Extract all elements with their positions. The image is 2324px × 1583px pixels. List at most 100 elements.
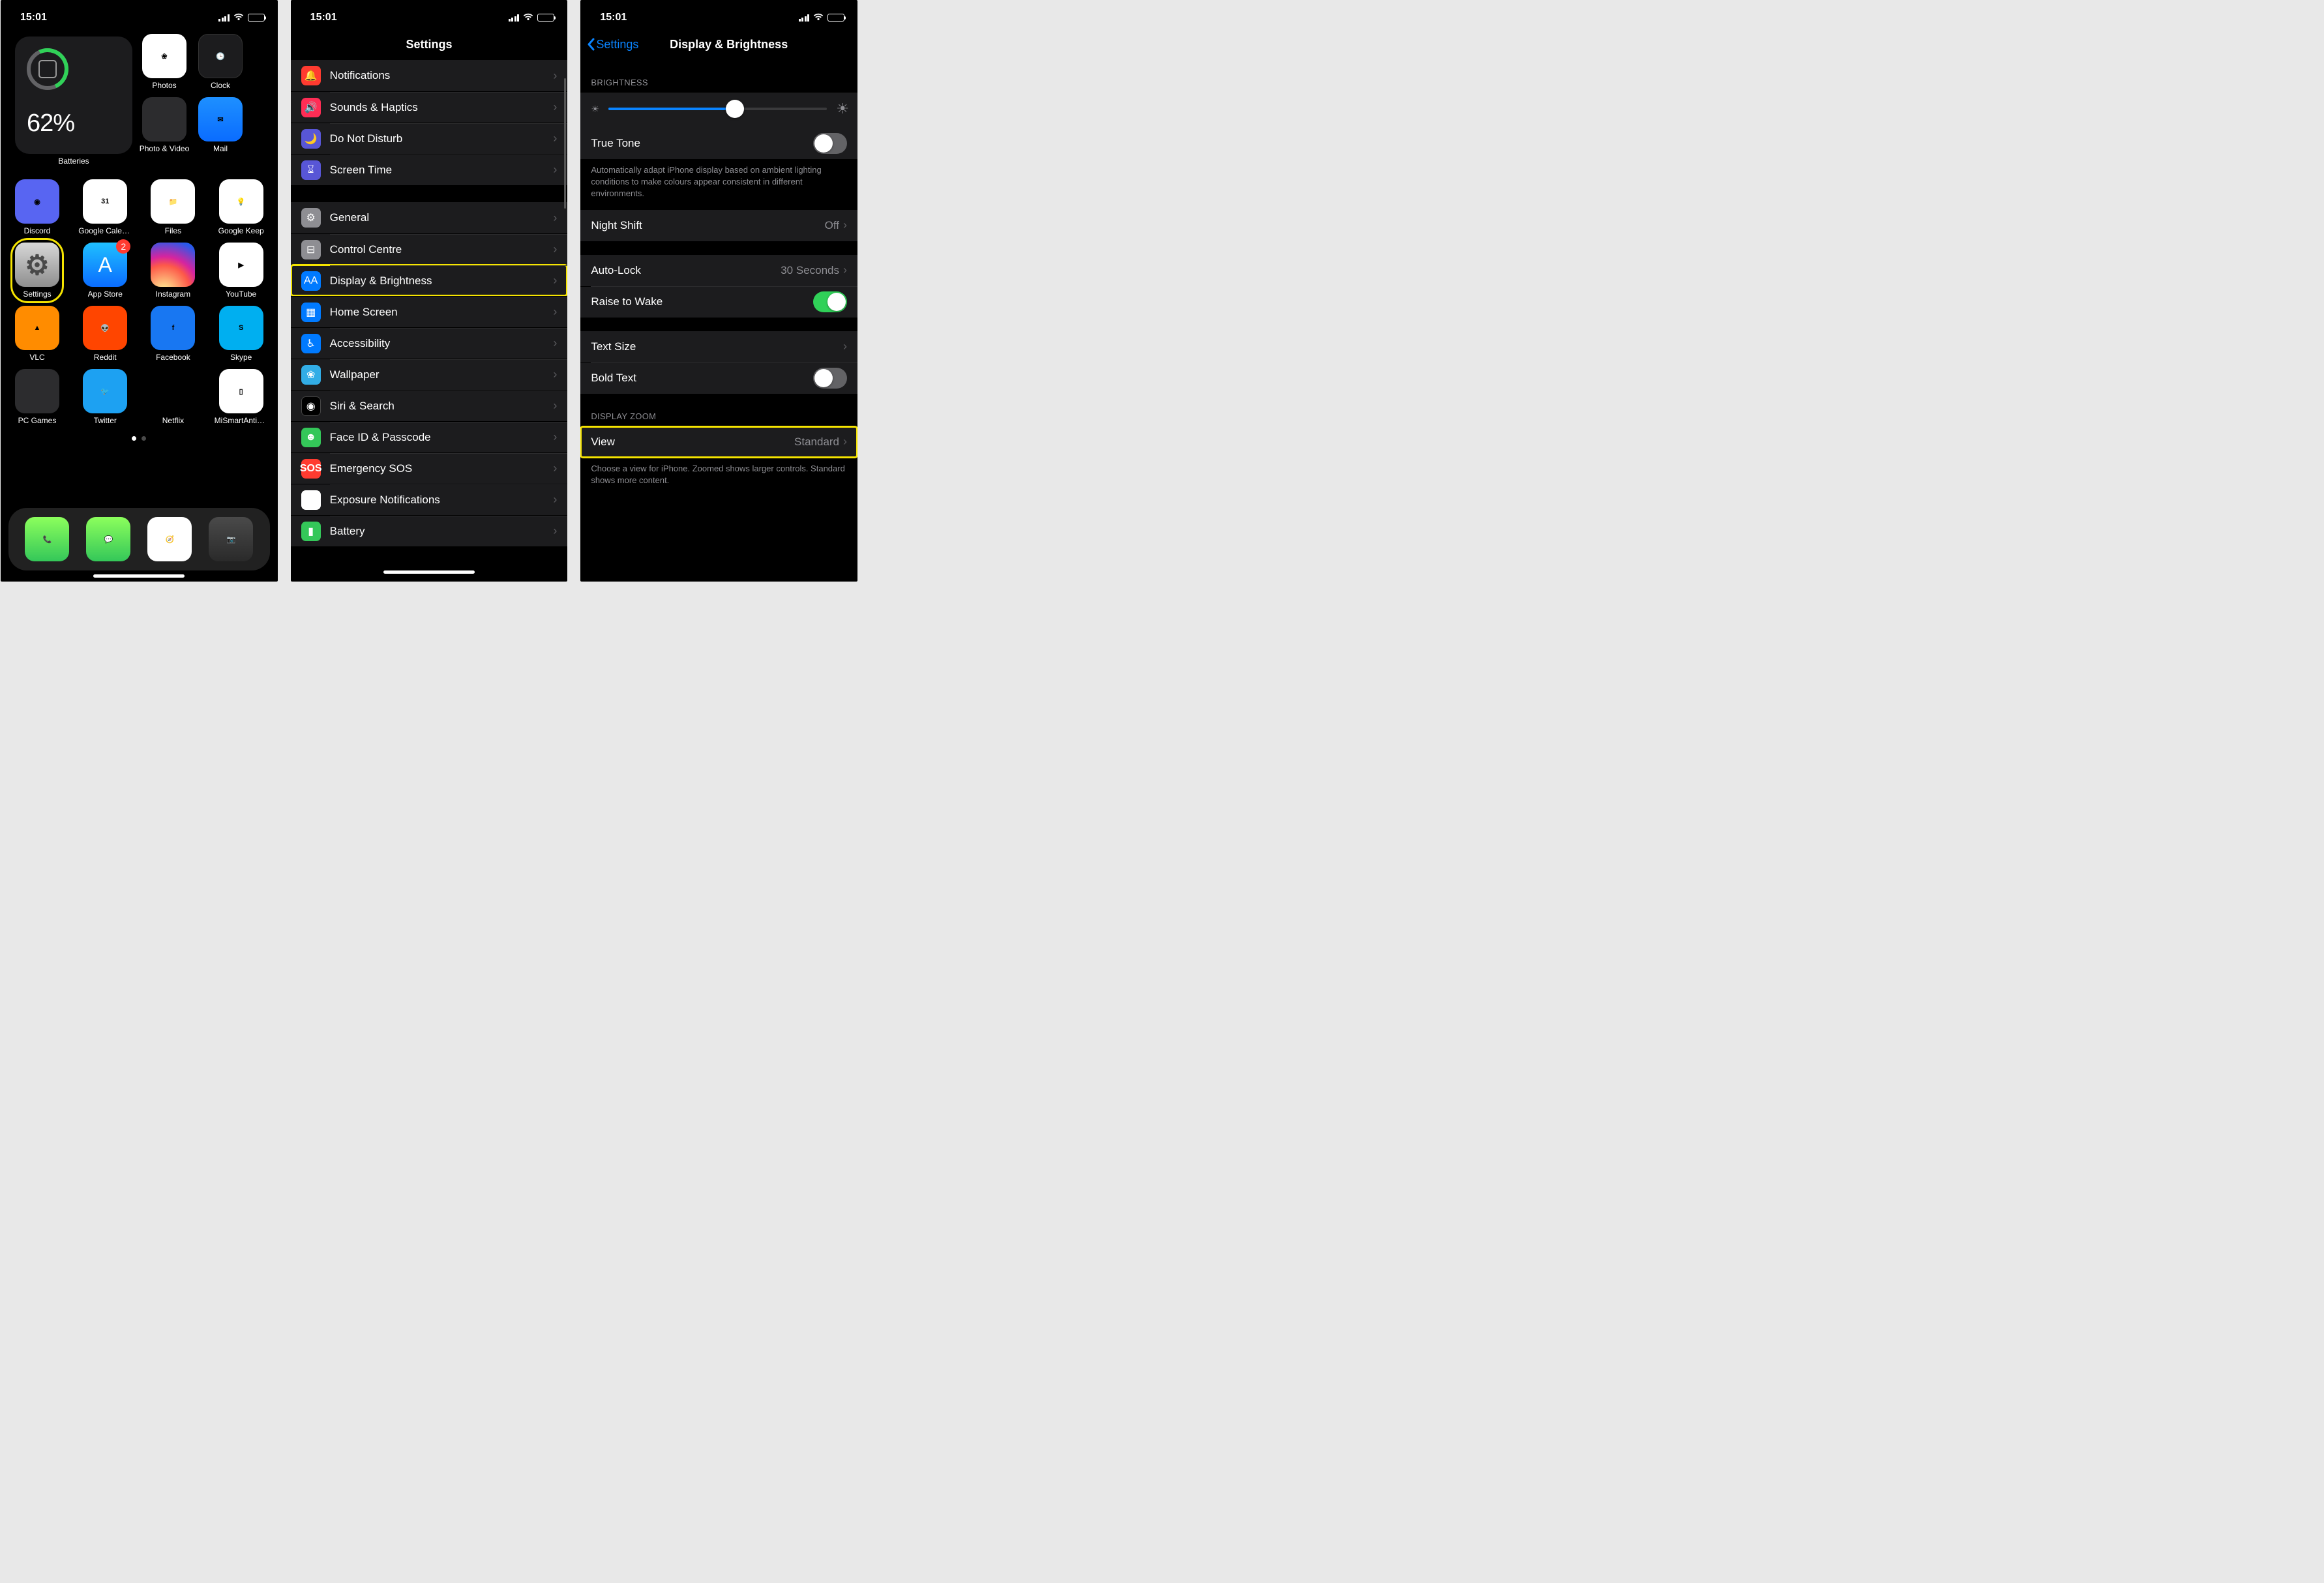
- row-label: Do Not Disturb: [330, 132, 554, 145]
- app-label: Files: [165, 226, 181, 235]
- settings-row-accessibility[interactable]: ♿︎Accessibility›: [291, 327, 568, 359]
- row-label: General: [330, 211, 554, 224]
- app-mismartantiba-[interactable]: ▯MiSmartAntiba...: [219, 369, 263, 425]
- app-google-keep[interactable]: 💡Google Keep: [219, 179, 263, 235]
- discord-icon: ◉: [15, 179, 59, 224]
- app-label: Twitter: [94, 416, 117, 425]
- home-screen: 15:01 62% Batteries ❀Photos🕒ClockPhoto &…: [1, 0, 278, 582]
- settings-row-display-brightness[interactable]: AADisplay & Brightness›: [291, 265, 568, 296]
- app-app-store[interactable]: 2App Store: [83, 243, 127, 299]
- folder-icon: [15, 369, 59, 413]
- settings-row-exposure-notifications[interactable]: ✱Exposure Notifications›: [291, 484, 568, 515]
- app-safari[interactable]: 🧭Safari: [147, 517, 192, 561]
- wallpaper-icon: ❀: [301, 365, 321, 385]
- skype-icon: S: [219, 306, 263, 350]
- dock: 📞Phone 💬Messages 🧭Safari 📷Camera: [8, 508, 270, 570]
- settings-row-emergency-sos[interactable]: SOSEmergency SOS›: [291, 452, 568, 484]
- row-label: Siri & Search: [330, 400, 554, 413]
- chevron-right-icon: ›: [553, 430, 557, 444]
- settings-row-face-id-passcode[interactable]: ☻Face ID & Passcode›: [291, 421, 568, 452]
- app-facebook[interactable]: fFacebook: [151, 306, 195, 362]
- home-indicator[interactable]: [93, 574, 185, 578]
- app-clock[interactable]: 🕒Clock: [198, 34, 243, 90]
- chevron-right-icon: ›: [843, 435, 847, 449]
- night-shift-row[interactable]: Night Shift Off ›: [580, 210, 857, 241]
- chevron-right-icon: ›: [843, 263, 847, 277]
- twitter-icon: 🐦: [83, 369, 127, 413]
- auto-lock-row[interactable]: Auto-Lock 30 Seconds ›: [580, 255, 857, 286]
- app-reddit[interactable]: 👽Reddit: [83, 306, 127, 362]
- section-header-zoom: DISPLAY ZOOM: [580, 407, 857, 426]
- status-time: 15:01: [600, 12, 627, 23]
- settings-row-home-screen[interactable]: ▦Home Screen›: [291, 296, 568, 327]
- general-icon: ⚙︎: [301, 208, 321, 228]
- raise-to-wake-row: Raise to Wake: [580, 286, 857, 318]
- settings-row-battery[interactable]: ▮Battery›: [291, 515, 568, 546]
- app-mail[interactable]: ✉︎Mail: [198, 97, 243, 153]
- back-button[interactable]: Settings: [587, 38, 638, 52]
- bold-text-row: Bold Text: [580, 362, 857, 394]
- row-label: Exposure Notifications: [330, 494, 554, 507]
- battery-percent: 62%: [27, 110, 121, 138]
- app-camera[interactable]: 📷Camera: [209, 517, 253, 561]
- chevron-right-icon: ›: [553, 368, 557, 381]
- settings-row-wallpaper[interactable]: ❀Wallpaper›: [291, 359, 568, 390]
- scrollbar[interactable]: [564, 78, 566, 209]
- app-twitter[interactable]: 🐦 Twitter: [83, 369, 127, 425]
- chevron-right-icon: ›: [553, 399, 557, 413]
- app-photos[interactable]: ❀Photos: [142, 34, 186, 90]
- page-indicator[interactable]: [15, 436, 263, 441]
- settings-row-screen-time[interactable]: ⌛︎Screen Time›: [291, 154, 568, 185]
- settings-row-general[interactable]: ⚙︎General›: [291, 202, 568, 233]
- chevron-right-icon: ›: [553, 163, 557, 177]
- app-youtube[interactable]: ▶YouTube: [219, 243, 263, 299]
- home-indicator[interactable]: [383, 570, 475, 574]
- phone-icon: 📞: [25, 517, 69, 561]
- night-shift-label: Night Shift: [591, 219, 824, 232]
- app-files[interactable]: 📁Files: [151, 179, 195, 235]
- settings-row-control-centre[interactable]: ⊟Control Centre›: [291, 233, 568, 265]
- truetone-toggle[interactable]: [813, 133, 847, 154]
- accessibility-icon: ♿︎: [301, 334, 321, 353]
- settings-row-sounds-haptics[interactable]: 🔊Sounds & Haptics›: [291, 91, 568, 123]
- settings-row-siri-search[interactable]: ◉Siri & Search›: [291, 390, 568, 421]
- app-pc-games[interactable]: PC Games: [15, 369, 59, 425]
- app-settings[interactable]: ⚙︎Settings: [15, 243, 59, 299]
- app-photo-video[interactable]: Photo & Video: [142, 97, 186, 153]
- app-phone[interactable]: 📞Phone: [25, 517, 69, 561]
- app-netflix[interactable]: NNetflix: [151, 369, 195, 425]
- row-label: Notifications: [330, 69, 554, 82]
- face-id-passcode-icon: ☻: [301, 428, 321, 447]
- view-row[interactable]: View Standard ›: [580, 426, 857, 458]
- truetone-label: True Tone: [591, 137, 807, 150]
- page-title: Display & Brightness: [670, 38, 788, 52]
- status-bar: 15:01: [1, 0, 278, 29]
- raise-to-wake-toggle[interactable]: [813, 291, 847, 312]
- bold-text-toggle[interactable]: [813, 368, 847, 389]
- settings-row-do-not-disturb[interactable]: 🌙Do Not Disturb›: [291, 123, 568, 154]
- wifi-icon: [523, 12, 533, 23]
- text-size-row[interactable]: Text Size ›: [580, 331, 857, 362]
- view-label: View: [591, 436, 794, 449]
- view-value: Standard: [794, 436, 839, 449]
- calendar-icon: 31: [83, 179, 127, 224]
- wifi-icon: [233, 12, 244, 23]
- app-label: Photos: [152, 81, 176, 90]
- app-instagram[interactable]: Instagram: [151, 243, 195, 299]
- app-label: Google Keep: [218, 226, 264, 235]
- app-messages[interactable]: 💬Messages: [86, 517, 130, 561]
- brightness-slider-row: ☀︎ ☀︎: [580, 93, 857, 128]
- app-google-calendar[interactable]: 31Google Calendar: [83, 179, 127, 235]
- display-brightness-icon: AA: [301, 271, 321, 291]
- app-discord[interactable]: ◉Discord: [15, 179, 59, 235]
- settings-row-notifications[interactable]: 🔔Notifications›: [291, 60, 568, 91]
- app-label: Clock: [211, 81, 230, 90]
- app-vlc[interactable]: ▲VLC: [15, 306, 59, 362]
- device-icon: [38, 60, 57, 78]
- page-title: Settings: [406, 38, 453, 52]
- chevron-right-icon: ›: [553, 305, 557, 319]
- brightness-slider[interactable]: [608, 108, 827, 110]
- gear-icon: ⚙︎: [15, 243, 59, 287]
- app-skype[interactable]: SSkype: [219, 306, 263, 362]
- batteries-widget[interactable]: 62%: [15, 37, 132, 154]
